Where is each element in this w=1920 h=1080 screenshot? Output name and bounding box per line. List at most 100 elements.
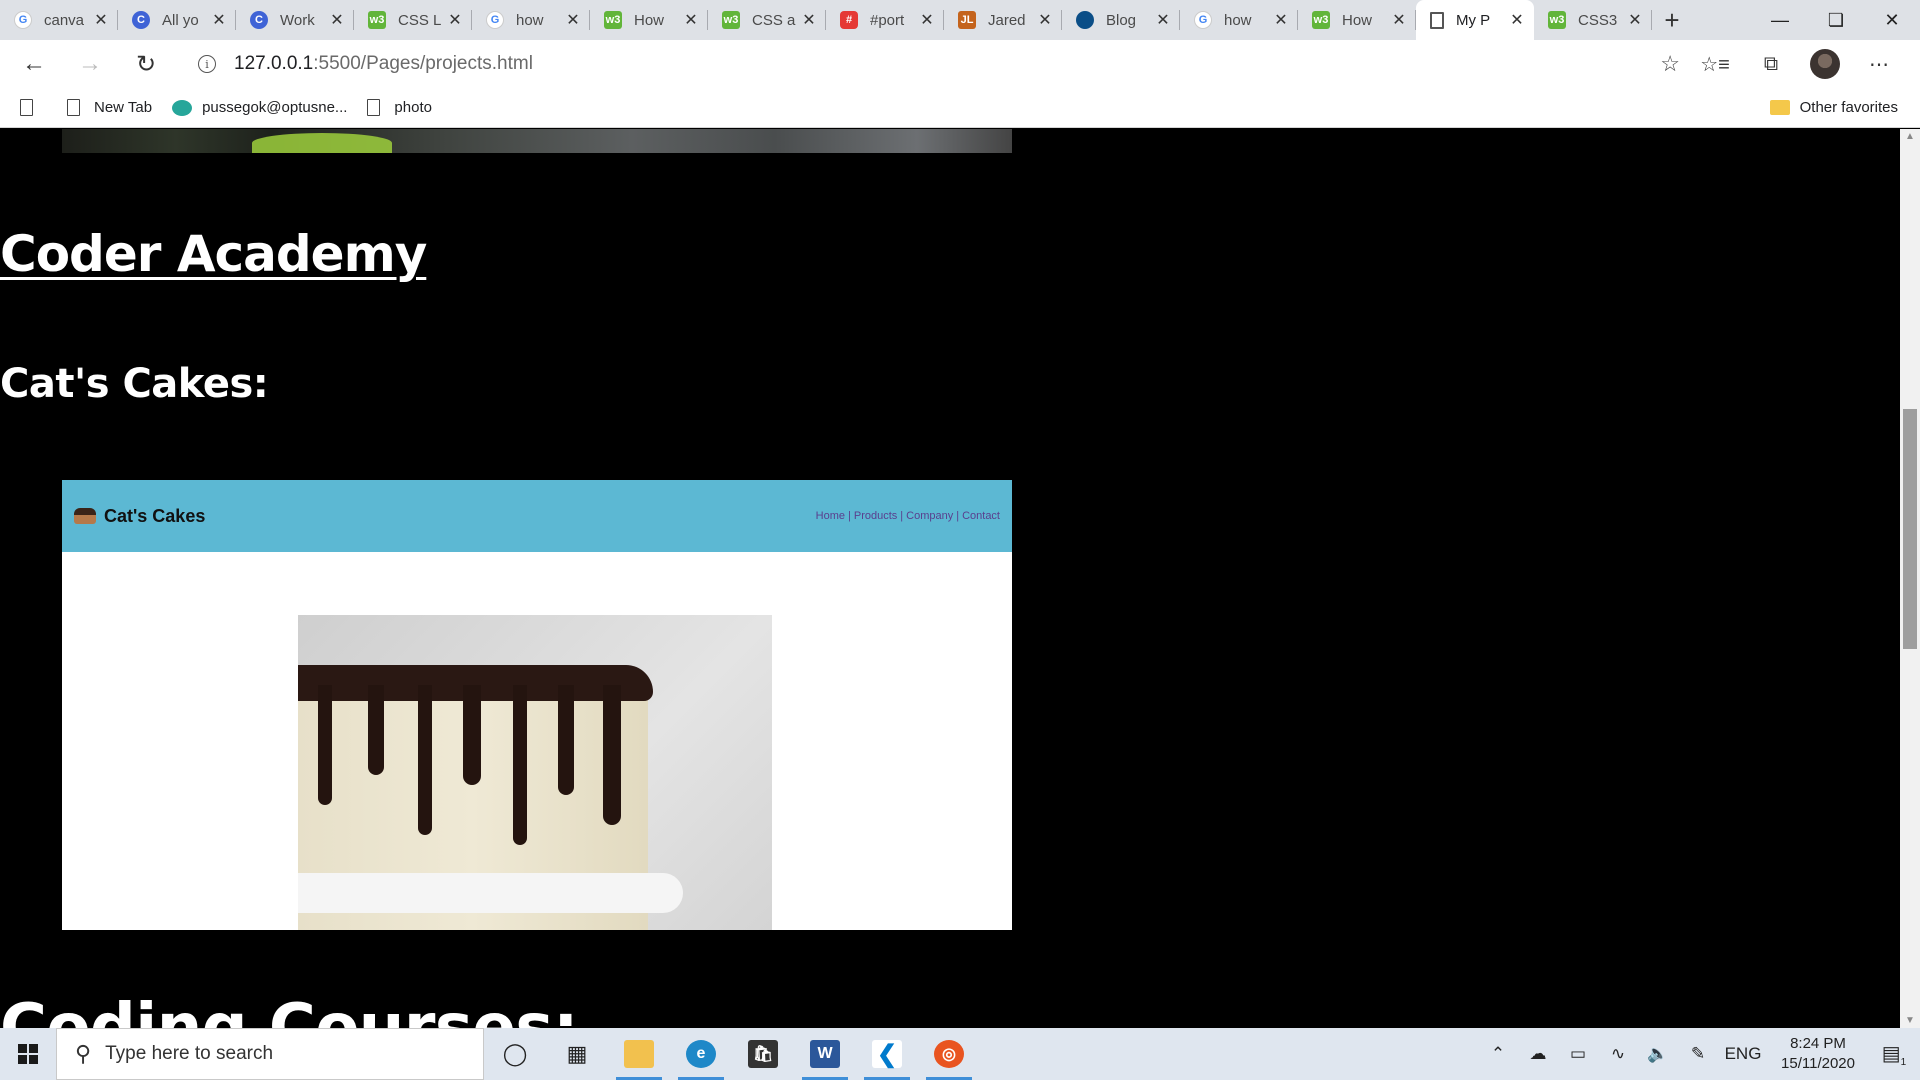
- site-info-icon[interactable]: i: [198, 55, 216, 73]
- tab-title: canva: [44, 11, 85, 29]
- notifications-icon[interactable]: ▤1: [1868, 1041, 1920, 1068]
- browser-tab[interactable]: Blog ✕: [1062, 0, 1180, 40]
- browser-tab[interactable]: Ghow ✕: [472, 0, 590, 40]
- more-menu-icon[interactable]: ⋯: [1862, 47, 1896, 81]
- scroll-up-arrow-icon[interactable]: ▲: [1904, 131, 1916, 142]
- scrollbar-thumb[interactable]: [1903, 409, 1917, 649]
- collections-icon[interactable]: ⧉: [1754, 47, 1788, 81]
- browser-tab[interactable]: w3 CSS a ✕: [708, 0, 826, 40]
- cortana-icon[interactable]: ◯: [484, 1028, 546, 1080]
- store-icon[interactable]: 🛍: [732, 1028, 794, 1080]
- volume-icon[interactable]: 🔈: [1638, 1044, 1678, 1064]
- taskbar-search[interactable]: ⚲ Type here to search: [56, 1028, 484, 1080]
- url-path: :5500/Pages/projects.html: [313, 53, 533, 74]
- browser-tab[interactable]: My P ✕: [1416, 0, 1534, 40]
- tab-close-icon[interactable]: ✕: [1154, 10, 1172, 30]
- tab-list: Gcanva ✕ C All yo ✕ C Work ✕ w3 CSS L ✕ Ghow ✕ w3 How ✕…: [0, 0, 1652, 40]
- favorite-item[interactable]: New Tab: [67, 99, 152, 116]
- favorite-item[interactable]: photo: [367, 99, 432, 116]
- tab-title: How: [1342, 11, 1373, 29]
- page-scrollbar[interactable]: ▲ ▼: [1900, 129, 1920, 1028]
- browser-tab[interactable]: w3 CSS3 ✕: [1534, 0, 1652, 40]
- preview-nav-link[interactable]: Products: [854, 510, 897, 522]
- browser-tab[interactable]: # #port ✕: [826, 0, 944, 40]
- tab-close-icon[interactable]: ✕: [1272, 10, 1290, 30]
- onedrive-icon[interactable]: ☁: [1518, 1044, 1558, 1064]
- cats-cakes-preview[interactable]: Cat's Cakes Home | Products | Company | Contac…: [62, 480, 1012, 930]
- pen-icon[interactable]: ✎: [1678, 1044, 1718, 1064]
- tab-close-icon[interactable]: ✕: [564, 10, 582, 30]
- browser-tab[interactable]: Ghow ✕: [1180, 0, 1298, 40]
- word-icon[interactable]: W: [794, 1028, 856, 1080]
- vscode-icon[interactable]: ❮: [856, 1028, 918, 1080]
- browser-tab[interactable]: Gcanva ✕: [0, 0, 118, 40]
- tab-close-icon[interactable]: ✕: [328, 10, 346, 30]
- browser-tab[interactable]: w3 How ✕: [590, 0, 708, 40]
- tab-close-icon[interactable]: ✕: [92, 10, 110, 30]
- favorites-page-icon[interactable]: [20, 99, 47, 116]
- favorite-label: pussegok@optusne...: [202, 99, 348, 116]
- mail-icon: [172, 99, 193, 116]
- preview-brand: Cat's Cakes: [104, 505, 206, 526]
- tab-close-icon[interactable]: ✕: [210, 10, 228, 30]
- google-icon: G: [14, 11, 32, 29]
- tab-close-icon[interactable]: ✕: [918, 10, 936, 30]
- w3schools-icon: w3: [1548, 11, 1566, 29]
- canva-icon: #: [840, 11, 858, 29]
- preview-nav-link[interactable]: Contact: [962, 510, 1000, 522]
- ubuntu-icon[interactable]: ◎: [918, 1028, 980, 1080]
- cake-photo: [298, 615, 772, 930]
- battery-icon[interactable]: ▭: [1558, 1044, 1598, 1064]
- nav-separator: |: [900, 510, 904, 522]
- clock[interactable]: 8:24 PM 15/11/2020: [1768, 1034, 1868, 1074]
- coder-academy-link[interactable]: Coder Academy: [0, 225, 427, 283]
- tab-close-icon[interactable]: ✕: [1508, 10, 1526, 30]
- profile-avatar[interactable]: [1810, 49, 1840, 79]
- tab-close-icon[interactable]: ✕: [1626, 10, 1644, 30]
- page-icon: [67, 99, 80, 116]
- edge-icon[interactable]: e: [670, 1028, 732, 1080]
- tab-close-icon[interactable]: ✕: [800, 10, 818, 30]
- chocolate-drip: [603, 685, 621, 825]
- favorite-item[interactable]: pussegok@optusne...: [172, 99, 347, 116]
- tab-close-icon[interactable]: ✕: [446, 10, 464, 30]
- clock-time: 8:24 PM: [1790, 1035, 1846, 1052]
- url-host: 127.0.0.1: [234, 53, 314, 74]
- refresh-button[interactable]: ↻: [124, 42, 168, 86]
- preview-nav-link[interactable]: Home: [816, 510, 845, 522]
- chocolate-drip: [513, 685, 527, 845]
- tab-title: Jared: [988, 11, 1026, 29]
- browser-tab[interactable]: JL Jared ✕: [944, 0, 1062, 40]
- new-tab-button[interactable]: +: [1652, 0, 1692, 40]
- url-text[interactable]: 127.0.0.1:5500/Pages/projects.html: [234, 53, 533, 75]
- task-view-icon[interactable]: ▦: [546, 1028, 608, 1080]
- favorite-star-icon[interactable]: ☆: [1660, 51, 1680, 77]
- forward-button[interactable]: →: [68, 42, 112, 86]
- restore-button[interactable]: ❏: [1808, 0, 1864, 40]
- address-bar[interactable]: i 127.0.0.1:5500/Pages/projects.html ☆: [180, 46, 1680, 82]
- browser-tab[interactable]: w3 CSS L ✕: [354, 0, 472, 40]
- favorites-list-icon[interactable]: ☆≡: [1698, 47, 1732, 81]
- browser-tab[interactable]: C Work ✕: [236, 0, 354, 40]
- windows-taskbar: ⚲ Type here to search ◯ ▦ e 🛍 W ❮ ◎ ⌃ ☁ …: [0, 1028, 1920, 1080]
- tab-close-icon[interactable]: ✕: [1036, 10, 1054, 30]
- start-button[interactable]: [0, 1028, 56, 1080]
- browser-tab[interactable]: C All yo ✕: [118, 0, 236, 40]
- show-hidden-icons-icon[interactable]: ⌃: [1478, 1044, 1518, 1064]
- back-button[interactable]: ←: [12, 42, 56, 86]
- favorite-label: New Tab: [94, 99, 153, 116]
- wifi-icon[interactable]: ∿: [1598, 1044, 1638, 1064]
- scroll-down-arrow-icon[interactable]: ▼: [1904, 1015, 1916, 1026]
- browser-tab[interactable]: w3 How ✕: [1298, 0, 1416, 40]
- minimize-button[interactable]: —: [1752, 0, 1808, 40]
- language-indicator[interactable]: ENG: [1718, 1044, 1768, 1064]
- close-window-button[interactable]: ✕: [1864, 0, 1920, 40]
- tab-strip: Gcanva ✕ C All yo ✕ C Work ✕ w3 CSS L ✕ Ghow ✕ w3 How ✕…: [0, 0, 1920, 40]
- tab-close-icon[interactable]: ✕: [1390, 10, 1408, 30]
- chocolate-drip: [368, 685, 384, 775]
- other-favorites[interactable]: Other favorites: [1769, 99, 1898, 116]
- file-explorer-icon[interactable]: [608, 1028, 670, 1080]
- preview-nav-link[interactable]: Company: [906, 510, 953, 522]
- tab-close-icon[interactable]: ✕: [682, 10, 700, 30]
- jl-icon: JL: [958, 11, 976, 29]
